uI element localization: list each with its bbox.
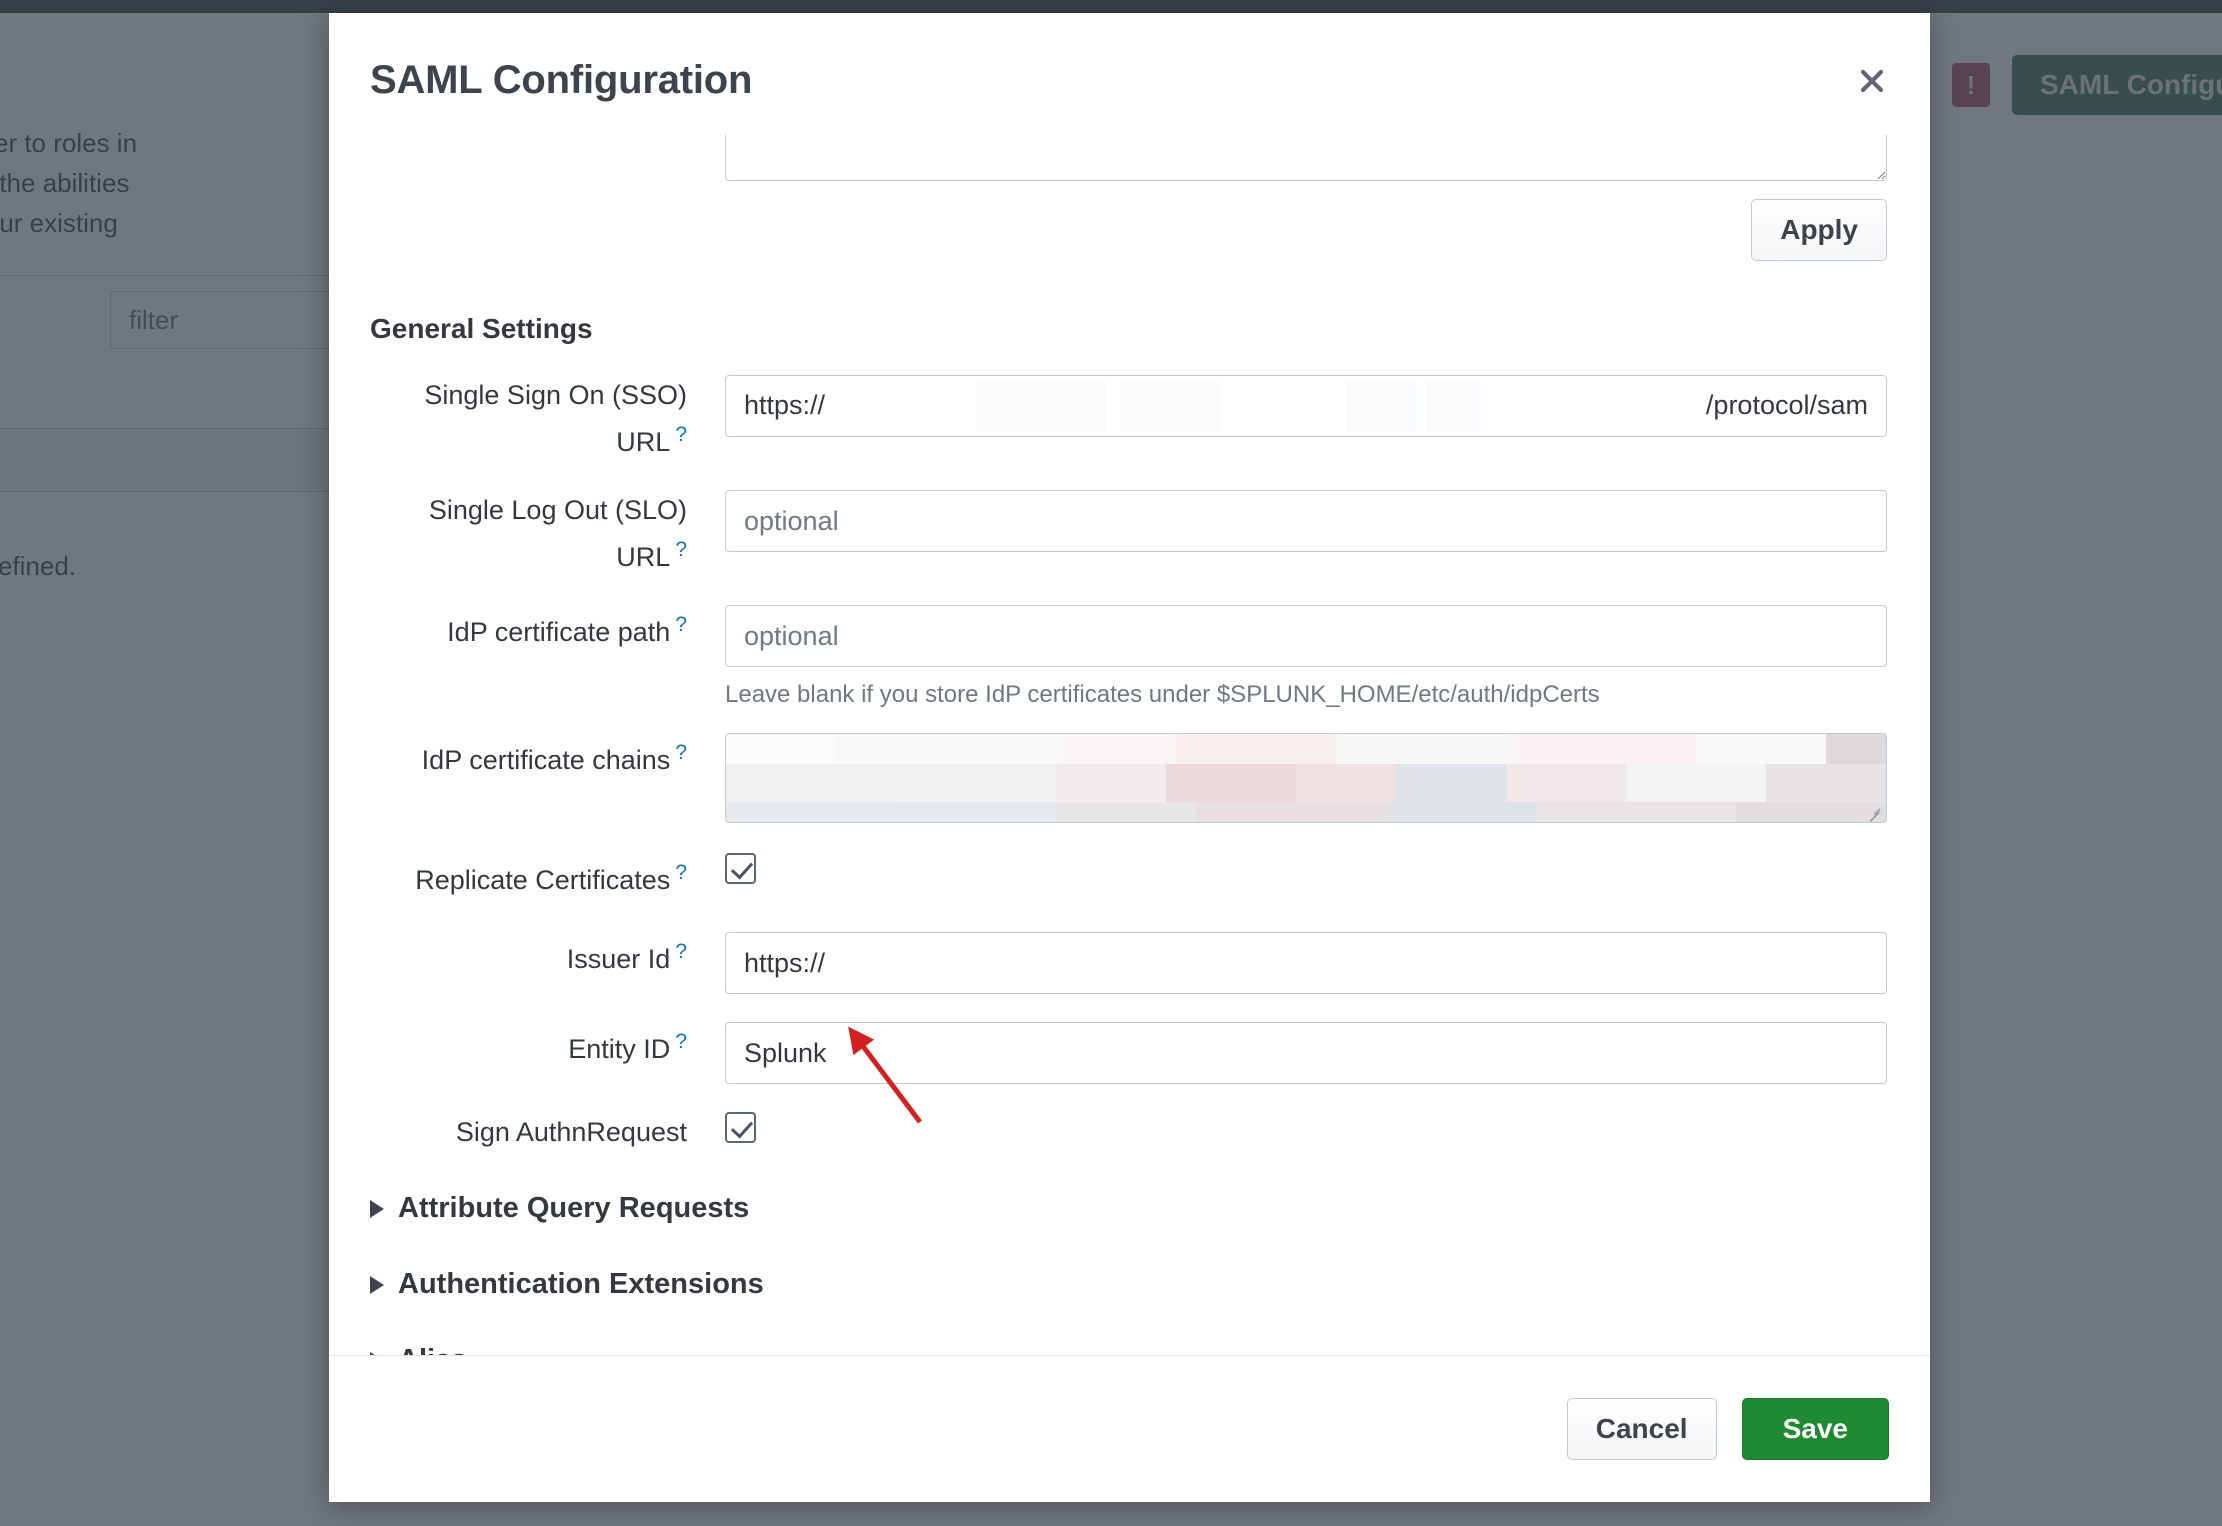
redaction-block	[1066, 734, 1176, 764]
redaction-block	[1766, 764, 1886, 802]
modal-footer: Cancel Save	[329, 1355, 1930, 1502]
sign-authn-request-label-text: Sign AuthnRequest	[455, 1117, 687, 1147]
issuer-id-row: Issuer Id?	[370, 932, 1889, 994]
redaction-block	[1626, 764, 1766, 802]
sso-url-redaction-2	[1121, 382, 1221, 432]
sso-url-redaction-3	[1346, 382, 1416, 432]
idp-cert-path-input[interactable]	[725, 605, 1887, 667]
sso-url-input[interactable]: https:// /protocol/sam	[725, 375, 1887, 437]
slo-url-label-line2: URL	[616, 542, 671, 572]
idp-cert-chains-label-text: IdP certificate chains	[421, 745, 671, 775]
replicate-certificates-label: Replicate Certificates?	[370, 853, 725, 900]
slo-url-input[interactable]	[725, 490, 1887, 552]
general-settings-heading: General Settings	[370, 313, 593, 344]
idp-cert-path-label: IdP certificate path?	[370, 605, 725, 652]
replicate-certificates-label-text: Replicate Certificates	[415, 865, 671, 895]
issuer-id-help-icon[interactable]: ?	[675, 940, 687, 963]
redaction-block	[1166, 764, 1296, 802]
cancel-button[interactable]: Cancel	[1566, 1398, 1717, 1460]
redaction-block	[1056, 764, 1166, 802]
replicate-certificates-help-icon[interactable]: ?	[675, 861, 687, 884]
replicate-certificates-row: Replicate Certificates?	[370, 853, 1889, 900]
section-authentication-extensions[interactable]: Authentication Extensions	[370, 1268, 1889, 1301]
slo-url-help-icon[interactable]: ?	[675, 538, 687, 561]
slo-url-row: Single Log Out (SLO) URL?	[370, 490, 1889, 577]
issuer-id-label: Issuer Id?	[370, 932, 725, 979]
resize-handle-icon[interactable]	[1867, 804, 1883, 820]
section-authentication-extensions-label: Authentication Extensions	[398, 1268, 764, 1300]
redaction-block	[1516, 734, 1696, 764]
redaction-block	[726, 734, 836, 764]
entity-id-label-text: Entity ID	[568, 1034, 671, 1064]
caret-right-icon	[370, 1199, 384, 1218]
sso-url-label-line2: URL	[616, 427, 671, 457]
redaction-block	[836, 734, 1066, 764]
idp-cert-path-help-icon[interactable]: ?	[675, 613, 687, 636]
redaction-block	[896, 764, 1056, 802]
section-alias-label: Alias	[398, 1344, 467, 1355]
idp-cert-chains-textarea[interactable]	[725, 733, 1887, 823]
entity-id-input[interactable]	[725, 1022, 1887, 1084]
redaction-block	[1736, 802, 1886, 822]
idp-cert-chains-help-icon[interactable]: ?	[675, 741, 687, 764]
issuer-id-label-text: Issuer Id	[566, 944, 671, 974]
close-icon[interactable]	[1849, 58, 1895, 104]
redaction-block	[1386, 802, 1536, 822]
modal-body[interactable]: Apply General Settings Single Sign On (S…	[329, 135, 1930, 1355]
idp-cert-path-hint: Leave blank if you store IdP certificate…	[725, 681, 1600, 708]
sso-url-label: Single Sign On (SSO) URL?	[370, 375, 725, 462]
sso-url-row: Single Sign On (SSO) URL? https:// /prot…	[370, 375, 1889, 462]
sso-url-label-line1: Single Sign On (SSO)	[424, 380, 687, 410]
sign-authn-request-row: Sign AuthnRequest	[370, 1112, 1889, 1152]
apply-row: Apply	[725, 199, 1887, 261]
slo-url-label-line1: Single Log Out (SLO)	[428, 495, 687, 525]
modal-title: SAML Configuration	[370, 58, 753, 102]
saml-configuration-modal: SAML Configuration Apply General Setting…	[329, 13, 1930, 1502]
redaction-block	[1826, 734, 1886, 764]
redaction-block	[726, 802, 1056, 822]
redaction-block	[1196, 802, 1386, 822]
idp-cert-chains-label: IdP certificate chains?	[370, 733, 725, 780]
entity-id-label: Entity ID?	[370, 1022, 725, 1069]
idp-cert-chains-row: IdP certificate chains?	[370, 733, 1889, 823]
sso-url-redaction-4	[1426, 382, 1481, 432]
sso-url-help-icon[interactable]: ?	[675, 423, 687, 446]
redaction-block	[1396, 764, 1506, 802]
entity-id-row: Entity ID?	[370, 1022, 1889, 1084]
redaction-block	[1536, 802, 1736, 822]
redaction-block	[1056, 802, 1196, 822]
sso-url-redaction-1	[976, 382, 1106, 432]
sign-authn-request-checkbox[interactable]	[725, 1112, 756, 1143]
top-metadata-row	[370, 135, 1889, 181]
redaction-block	[1696, 734, 1826, 764]
slo-url-label: Single Log Out (SLO) URL?	[370, 490, 725, 577]
redaction-block	[1296, 764, 1396, 802]
replicate-certificates-checkbox[interactable]	[725, 853, 756, 884]
idp-cert-path-label-text: IdP certificate path	[447, 617, 671, 647]
redaction-block	[726, 764, 896, 802]
section-alias[interactable]: Alias	[370, 1344, 1889, 1355]
save-button[interactable]: Save	[1741, 1398, 1889, 1460]
sso-url-value-prefix: https://	[744, 390, 826, 420]
entity-id-help-icon[interactable]: ?	[675, 1030, 687, 1053]
redaction-block	[1506, 764, 1626, 802]
section-attribute-query-requests-label: Attribute Query Requests	[398, 1192, 750, 1224]
sso-url-value-suffix: /protocol/sam	[1705, 390, 1868, 420]
section-attribute-query-requests[interactable]: Attribute Query Requests	[370, 1192, 1889, 1225]
modal-header: SAML Configuration	[329, 13, 1930, 135]
sign-authn-request-label: Sign AuthnRequest	[370, 1112, 725, 1152]
apply-button[interactable]: Apply	[1751, 199, 1887, 261]
redaction-block	[1176, 734, 1336, 764]
redaction-block	[1336, 734, 1516, 764]
issuer-id-input[interactable]	[725, 932, 1887, 994]
idp-cert-path-row: IdP certificate path? Leave blank if you…	[370, 605, 1889, 709]
caret-right-icon	[370, 1275, 384, 1294]
metadata-textarea[interactable]	[725, 135, 1887, 181]
